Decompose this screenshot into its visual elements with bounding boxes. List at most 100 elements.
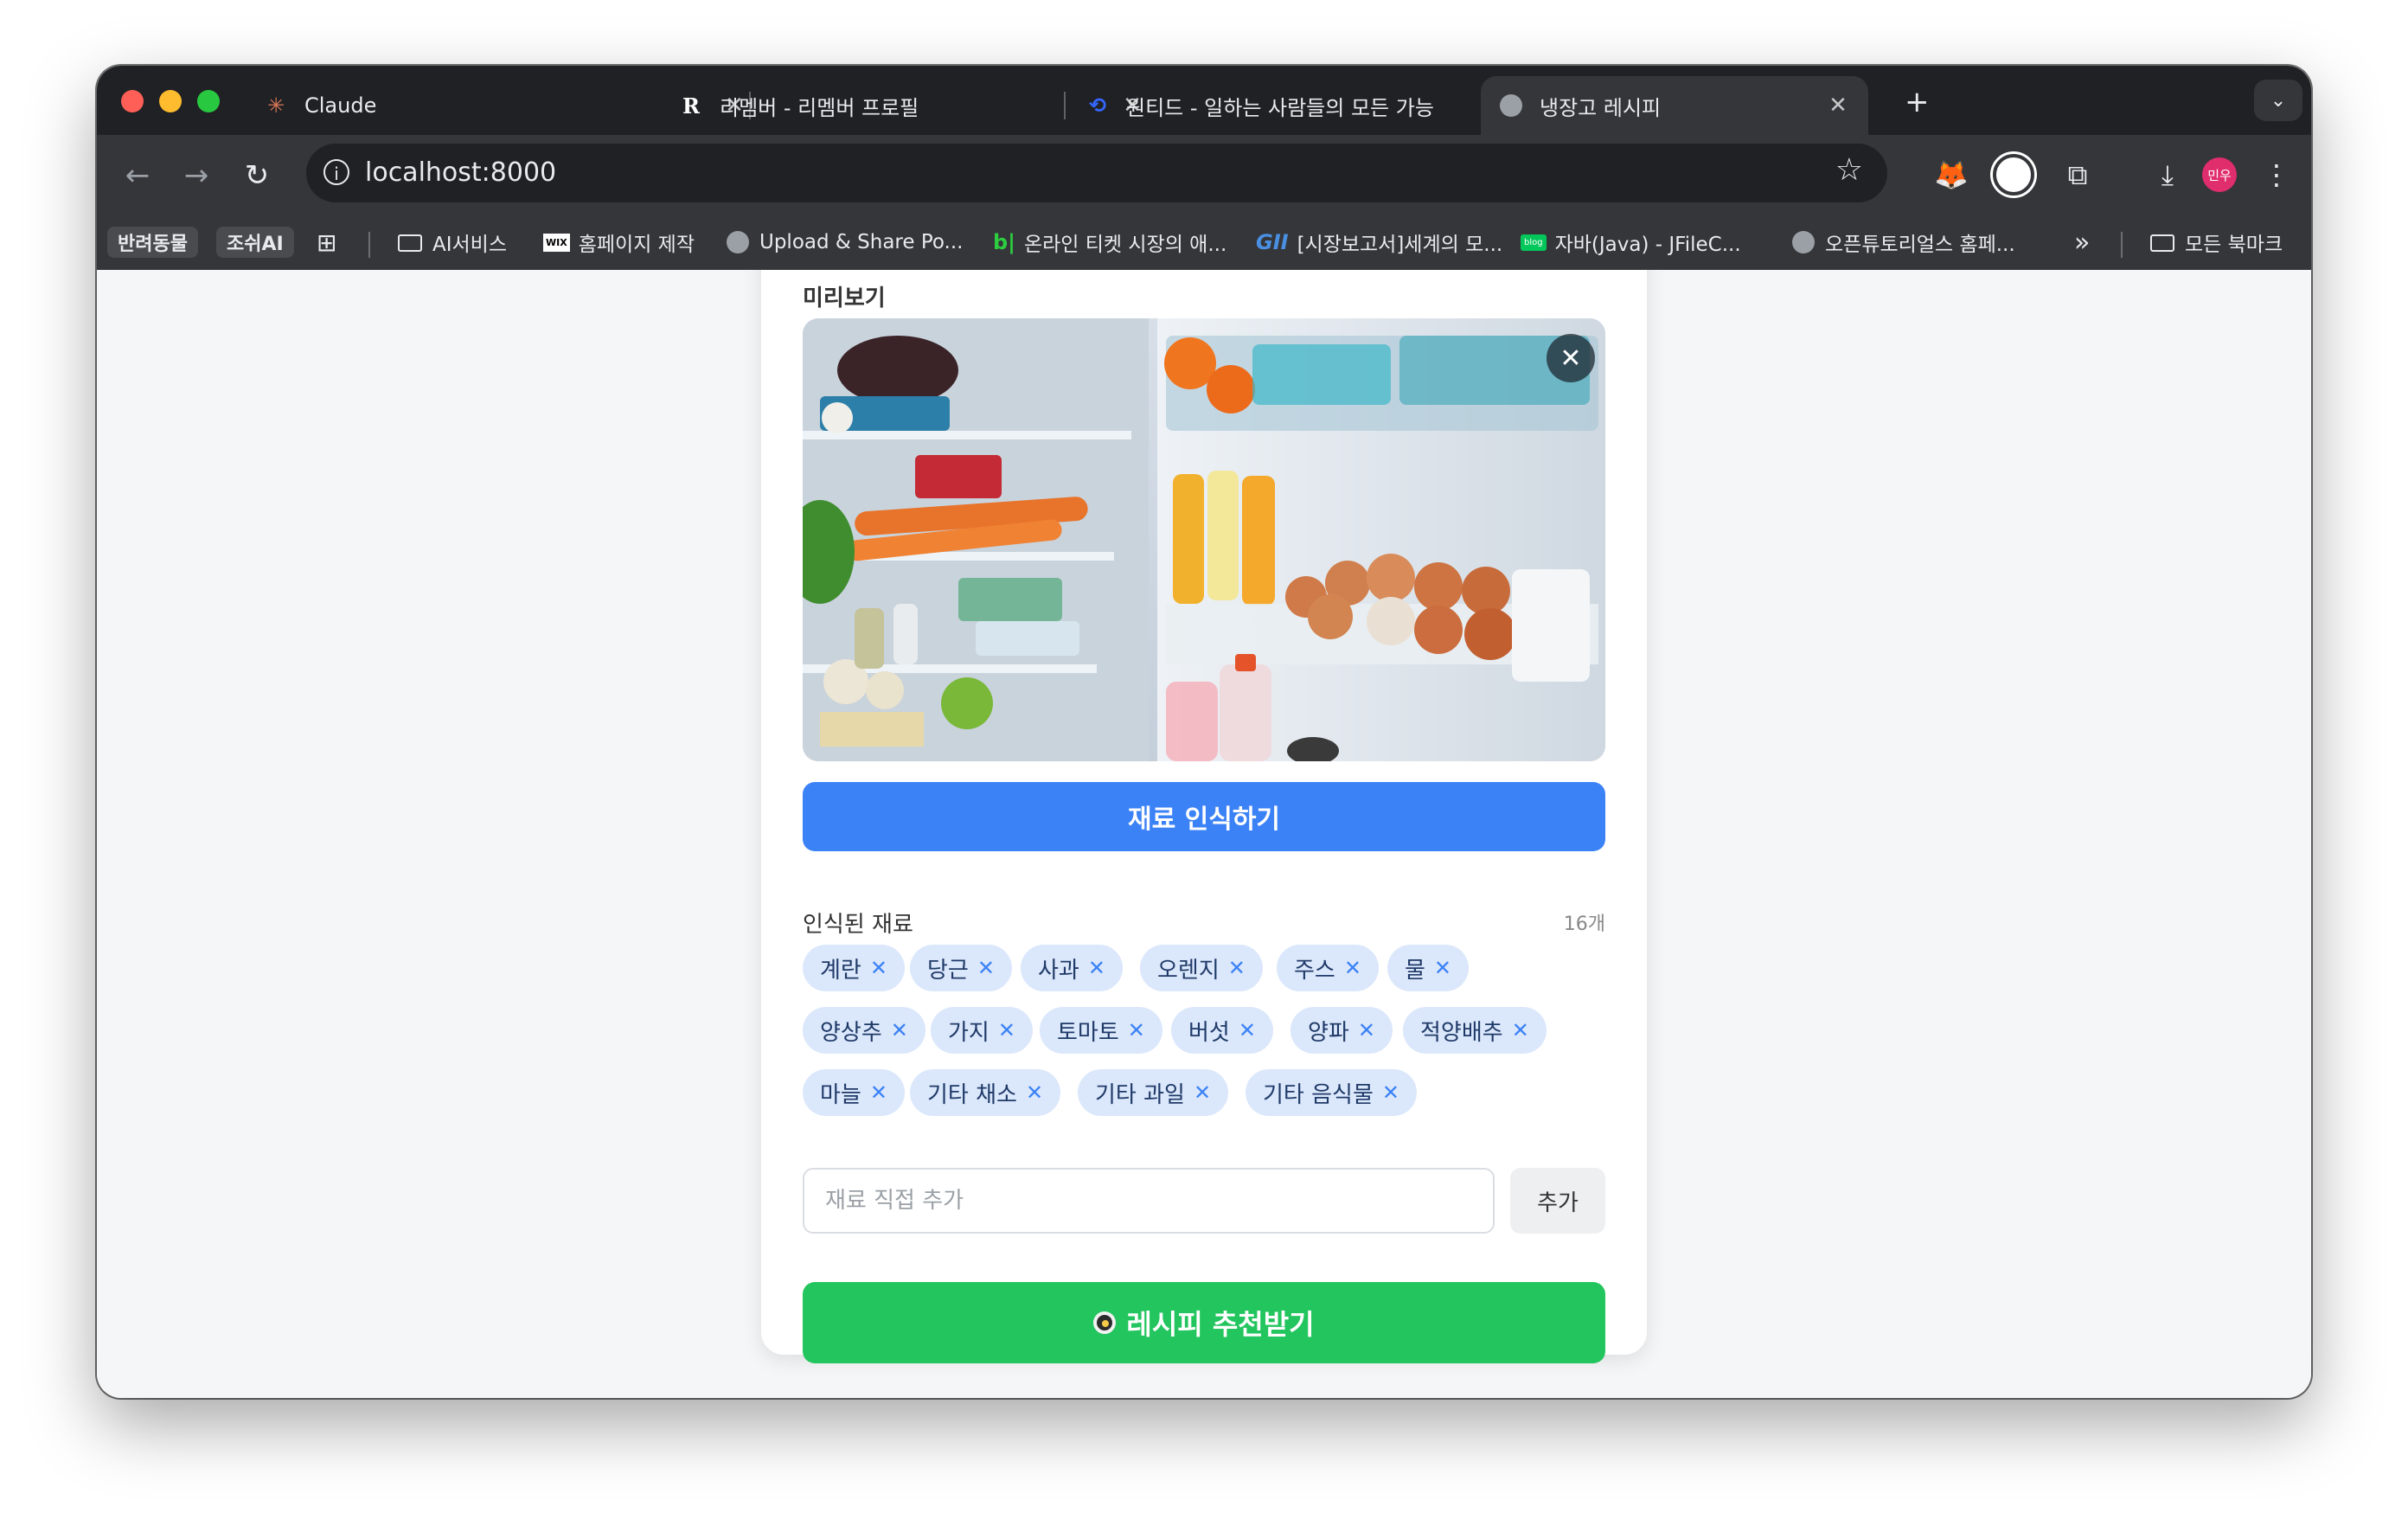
ingredient-chip: 오렌지 ✕ (1140, 945, 1263, 991)
extensions-puzzle-icon[interactable]: ⧉ (2055, 152, 2100, 197)
ingredient-chip: 기타 채소 ✕ (910, 1069, 1061, 1116)
page-viewport: 미리보기 ✕ 재료 인식하기 인식된 재료 16개 계란 ✕ 당근 ✕ 사과 ✕… (97, 270, 2311, 1398)
ingredient-chip: 마늘 ✕ (803, 1069, 905, 1116)
add-ingredient-input[interactable] (803, 1168, 1495, 1234)
bookmark-star-icon[interactable]: ☆ (1835, 152, 1863, 188)
tab-divider (1064, 92, 1066, 119)
tab-title: 원티드 - 일하는 사람들의 모든 가능 (1126, 95, 1434, 120)
ingredient-chip: 사과 ✕ (1021, 945, 1123, 991)
remember-icon: R (682, 93, 700, 119)
tab-title: 리멤버 - 리멤버 프로필 (720, 95, 919, 120)
extension-circle-icon[interactable] (1991, 152, 2036, 197)
bookmark-pill[interactable]: 조쉬AI (216, 227, 294, 258)
recipe-card: 미리보기 ✕ 재료 인식하기 인식된 재료 16개 계란 ✕ 당근 ✕ 사과 ✕… (761, 270, 1647, 1363)
tab-strip: ✳ Claude ✕ R 리멤버 - 리멤버 프로필 ✕ ⟲ 원티드 - 일하는… (97, 66, 2311, 135)
maximize-window-button[interactable] (197, 90, 220, 112)
ingredient-chip: 물 ✕ (1387, 945, 1470, 991)
remove-chip-icon[interactable]: ✕ (1088, 956, 1105, 980)
remove-image-button[interactable]: ✕ (1547, 334, 1595, 382)
wix-icon: WIX (543, 233, 570, 252)
bookmarks-bar: 반려동물 조쉬AI ⊞ AI서비스 WIX 홈페이지 제작 Upload & Sh… (97, 215, 2311, 270)
remove-chip-icon[interactable]: ✕ (1228, 956, 1246, 980)
close-window-button[interactable] (121, 90, 144, 112)
bookmark-opentutorials[interactable]: 오픈튜토리얼스 홈페... (1792, 227, 2015, 258)
url-text: localhost:8000 (365, 157, 557, 188)
tab-title: 냉장고 레시피 (1540, 95, 1662, 120)
add-ingredient-button[interactable]: 추가 (1510, 1168, 1605, 1234)
bookmark-java-jfilechooser[interactable]: blog 자바(Java) - JFileC... (1521, 227, 1741, 258)
claude-icon: ✳ (266, 93, 285, 118)
apps-grid-icon[interactable]: ⊞ (317, 227, 336, 258)
browser-window: ✳ Claude ✕ R 리멤버 - 리멤버 프로필 ✕ ⟲ 원티드 - 일하는… (97, 66, 2311, 1398)
remove-chip-icon[interactable]: ✕ (870, 956, 887, 980)
ingredient-chip: 주스 ✕ (1277, 945, 1379, 991)
preview-label: 미리보기 (803, 285, 886, 311)
folder-icon (398, 234, 422, 252)
remove-chip-icon[interactable]: ✕ (1512, 1018, 1529, 1042)
tab-title: Claude (304, 93, 377, 118)
new-tab-button[interactable]: + (1905, 85, 1930, 119)
gii-icon: GII (1256, 230, 1289, 254)
globe-icon (1792, 231, 1815, 253)
address-bar[interactable]: i localhost:8000 ☆ (306, 144, 1887, 202)
ingredient-chip: 버섯 ✕ (1171, 1007, 1273, 1054)
arrow-left-icon: ← (125, 158, 150, 193)
bl-icon: b| (993, 230, 1015, 254)
remove-chip-icon[interactable]: ✕ (870, 1080, 887, 1105)
bookmark-ticket-market[interactable]: b| 온라인 티켓 시장의 애... (993, 227, 1226, 258)
chevron-down-icon: ⌄ (2270, 89, 2287, 112)
bookmark-wix[interactable]: WIX 홈페이지 제작 (543, 227, 695, 258)
bookmark-pill[interactable]: 반려동물 (107, 227, 198, 258)
more-menu-icon[interactable]: ⋮ (2254, 152, 2299, 197)
reload-button[interactable]: ↻ (235, 154, 279, 197)
minimize-window-button[interactable] (159, 90, 182, 112)
ingredient-chip: 기타 음식물 ✕ (1246, 1069, 1417, 1116)
remove-chip-icon[interactable]: ✕ (1026, 1080, 1043, 1105)
remove-chip-icon[interactable]: ✕ (891, 1018, 908, 1042)
remove-chip-icon[interactable]: ✕ (1382, 1080, 1399, 1105)
ingredient-chip: 적양배추 ✕ (1403, 1007, 1547, 1054)
back-button[interactable]: ← (116, 154, 159, 197)
globe-icon (1498, 93, 1524, 119)
toolbar: ← → ↻ i localhost:8000 ☆ 🦊 ⧉ ⤓ 민우 ⋮ (97, 135, 2311, 215)
ingredient-chip: 계란 ✕ (803, 945, 905, 991)
remove-chip-icon[interactable]: ✕ (1239, 1018, 1256, 1042)
all-bookmarks-folder[interactable]: 모든 북마크 (2150, 227, 2283, 258)
remove-chip-icon[interactable]: ✕ (1434, 956, 1451, 980)
ingredients-heading: 인식된 재료 (803, 912, 913, 938)
tab-search-button[interactable]: ⌄ (2254, 80, 2302, 121)
remove-chip-icon[interactable]: ✕ (1128, 1018, 1145, 1042)
ingredient-chip: 당근 ✕ (910, 945, 1012, 991)
remove-chip-icon[interactable]: ✕ (977, 956, 995, 980)
remove-chip-icon[interactable]: ✕ (1194, 1080, 1211, 1105)
bookmark-divider (2121, 232, 2123, 258)
ingredients-count: 16개 (1563, 914, 1605, 935)
close-icon: ✕ (1559, 343, 1582, 374)
recommend-recipe-label: 레시피 추천받기 (1126, 1308, 1315, 1341)
bookmark-upload-share[interactable]: Upload & Share Po... (727, 227, 963, 258)
bookmarks-overflow-button[interactable]: » (2074, 227, 2090, 258)
remove-chip-icon[interactable]: ✕ (1344, 956, 1361, 980)
reload-icon: ↻ (244, 158, 270, 193)
folder-icon (2150, 234, 2174, 252)
site-info-icon[interactable]: i (323, 159, 349, 185)
metamask-extension-icon[interactable]: 🦊 (1929, 152, 1974, 197)
ingredient-chip: 양파 ✕ (1290, 1007, 1393, 1054)
ingredient-chip: 토마토 ✕ (1040, 1007, 1162, 1054)
recognize-ingredients-button[interactable]: 재료 인식하기 (803, 782, 1605, 851)
forward-button[interactable]: → (175, 154, 218, 197)
remove-chip-icon[interactable]: ✕ (1358, 1018, 1375, 1042)
profile-avatar[interactable]: 민우 (2202, 157, 2237, 192)
close-tab-icon[interactable]: ✕ (1825, 93, 1851, 119)
bookmark-divider (368, 232, 370, 258)
recommend-recipe-button[interactable]: 레시피 추천받기 (803, 1282, 1605, 1363)
globe-icon (727, 231, 749, 253)
remove-chip-icon[interactable]: ✕ (998, 1018, 1015, 1042)
bookmark-folder-ai[interactable]: AI서비스 (398, 227, 507, 258)
ingredient-chip: 가지 ✕ (931, 1007, 1033, 1054)
bookmark-market-report[interactable]: GII [시장보고서]세계의 모... (1256, 227, 1502, 258)
fridge-photo: ✕ (803, 318, 1605, 761)
download-icon[interactable]: ⤓ (2145, 152, 2190, 197)
frying-pan-icon (1093, 1311, 1117, 1334)
tab-fridge-recipe[interactable]: 냉장고 레시피 ✕ (1481, 76, 1868, 135)
